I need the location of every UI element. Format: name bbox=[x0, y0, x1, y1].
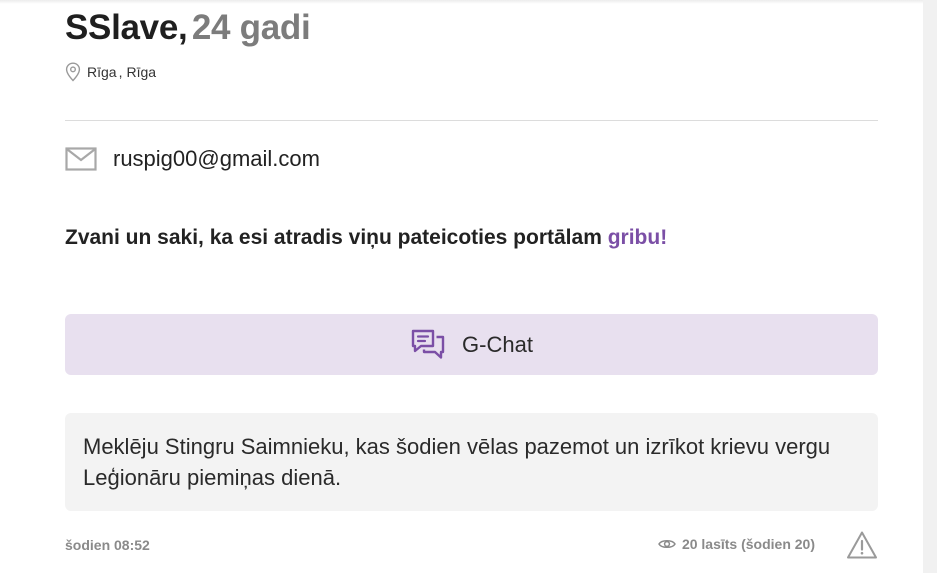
map-pin-icon bbox=[65, 62, 81, 82]
section-divider bbox=[65, 120, 878, 121]
location-region[interactable]: Rīga bbox=[126, 64, 156, 80]
profile-location: Rīga , Rīga bbox=[65, 62, 156, 82]
posted-time: šodien 08:52 bbox=[65, 537, 150, 553]
location-separator: , bbox=[118, 64, 123, 80]
description-text: Meklēju Stingru Saimnieku, kas šodien vē… bbox=[83, 434, 831, 490]
brand-name[interactable]: gribu! bbox=[608, 226, 667, 249]
view-count: 20 lasīts (šodien 20) bbox=[658, 536, 815, 552]
chat-bubbles-icon bbox=[411, 329, 445, 359]
eye-icon bbox=[658, 539, 676, 549]
location-city[interactable]: Rīga bbox=[87, 64, 117, 80]
profile-page: SSlave, 24 gadi Rīga , Rīga ruspig00@gma… bbox=[0, 0, 937, 573]
envelope-icon bbox=[65, 147, 97, 171]
warning-triangle-icon[interactable] bbox=[846, 530, 878, 560]
view-count-text: 20 lasīts (šodien 20) bbox=[681, 536, 815, 552]
profile-title: SSlave, 24 gadi bbox=[65, 8, 311, 48]
profile-name: SSlave, bbox=[65, 8, 188, 47]
scrollbar-track[interactable] bbox=[923, 0, 937, 573]
gchat-button[interactable]: G-Chat bbox=[65, 314, 878, 375]
call-prompt: Zvani un saki, ka esi atradis viņu patei… bbox=[65, 226, 667, 250]
email-contact: ruspig00@gmail.com bbox=[65, 146, 320, 172]
ad-description: Meklēju Stingru Saimnieku, kas šodien vē… bbox=[65, 413, 878, 511]
gchat-label: G-Chat bbox=[462, 331, 533, 357]
call-prompt-text: Zvani un saki, ka esi atradis viņu patei… bbox=[65, 226, 608, 249]
top-shadow bbox=[0, 0, 937, 4]
profile-age: 24 gadi bbox=[191, 8, 311, 47]
email-address[interactable]: ruspig00@gmail.com bbox=[113, 146, 320, 172]
